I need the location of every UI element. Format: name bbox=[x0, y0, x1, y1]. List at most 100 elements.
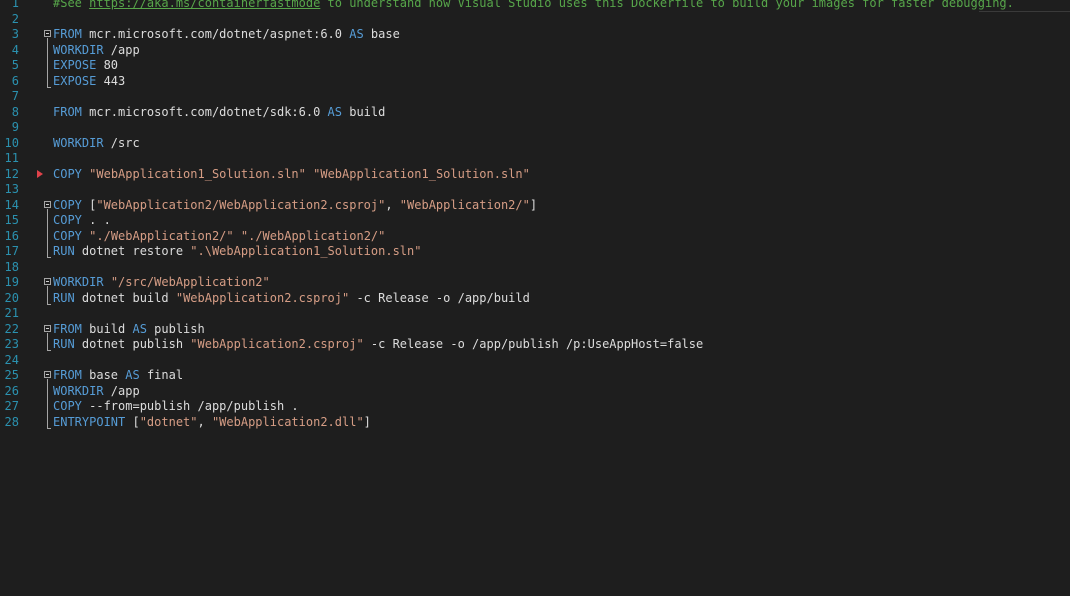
code-text: COPY "./WebApplication2/" "./WebApplicat… bbox=[53, 229, 385, 245]
code-line[interactable]: 10 WORKDIR /src bbox=[0, 136, 1070, 152]
code-token: mcr.microsoft.com/dotnet/sdk:6.0 bbox=[81, 104, 328, 119]
code-token: -c Release -o /app/build bbox=[349, 290, 530, 305]
code-token: /app bbox=[103, 383, 140, 398]
code-line[interactable]: 21 bbox=[0, 306, 1070, 322]
code-token: WORKDIR bbox=[53, 42, 104, 57]
line-number: 16 bbox=[4, 228, 19, 243]
code-token: dotnet publish bbox=[74, 337, 191, 351]
line-number: 7 bbox=[11, 89, 19, 103]
fold-guide-end bbox=[47, 350, 51, 351]
line-number: 4 bbox=[11, 42, 19, 57]
code-line[interactable]: 12 COPY "WebApplication1_Solution.sln" "W… bbox=[0, 167, 1070, 183]
code-token: WORKDIR bbox=[53, 135, 104, 150]
code-line[interactable]: 7 bbox=[0, 89, 1070, 105]
code-token: RUN bbox=[53, 290, 75, 305]
collapse-icon[interactable] bbox=[44, 324, 51, 332]
code-line[interactable]: 11 bbox=[0, 151, 1070, 167]
code-token: COPY bbox=[53, 213, 82, 227]
code-line[interactable]: 28 ENTRYPOINT ["dotnet", "WebApplication2… bbox=[0, 415, 1070, 431]
code-line[interactable]: 4 WORKDIR /app bbox=[0, 43, 1070, 59]
code-token: ] bbox=[363, 414, 371, 429]
line-number: 15 bbox=[4, 213, 19, 227]
code-editor[interactable]: 1 #See https://aka.ms/containerfastmode t… bbox=[0, 0, 1070, 596]
code-token: WORKDIR bbox=[53, 275, 104, 289]
code-token: AS bbox=[349, 27, 364, 41]
code-token: base bbox=[81, 368, 126, 382]
code-line[interactable]: 1 #See https://aka.ms/containerfastmode t… bbox=[0, 0, 1070, 12]
collapse-icon[interactable] bbox=[44, 371, 51, 378]
code-line[interactable]: 14 COPY ["WebApplication2/WebApplication2… bbox=[0, 198, 1070, 214]
code-token: 443 bbox=[96, 73, 126, 88]
code-line[interactable]: 5 EXPOSE 80 bbox=[0, 58, 1070, 74]
code-line[interactable]: 13 bbox=[0, 182, 1070, 198]
code-line[interactable]: 22 FROM build AS publish bbox=[0, 322, 1070, 338]
code-line[interactable]: 2 bbox=[0, 12, 1070, 28]
line-number: 20 bbox=[4, 290, 19, 305]
code-line[interactable]: 16 COPY "./WebApplication2/" "./WebApplic… bbox=[0, 229, 1070, 245]
code-token: COPY bbox=[53, 166, 82, 181]
code-token: --from=publish /app/publish . bbox=[81, 399, 299, 413]
code-token: final bbox=[139, 368, 184, 382]
line-number: 10 bbox=[4, 135, 19, 150]
code-token: build bbox=[81, 321, 133, 336]
code-token: , bbox=[197, 414, 212, 429]
code-token: [ bbox=[81, 197, 97, 212]
code-token: "WebApplication1_Solution.sln" bbox=[313, 166, 530, 181]
code-token: dotnet restore bbox=[74, 244, 191, 258]
code-token: publish bbox=[146, 321, 205, 336]
line-number: 18 bbox=[4, 259, 19, 274]
code-token: base bbox=[363, 27, 400, 41]
code-token: "/src/WebApplication2" bbox=[110, 275, 270, 289]
code-line[interactable]: 6 EXPOSE 443 bbox=[0, 74, 1070, 90]
code-line[interactable]: 3 FROM mcr.microsoft.com/dotnet/aspnet:6.… bbox=[0, 27, 1070, 43]
code-token: COPY bbox=[53, 399, 82, 413]
code-token: FROM bbox=[53, 368, 82, 382]
code-line[interactable]: 26 WORKDIR /app bbox=[0, 384, 1070, 400]
code-token: #See bbox=[53, 0, 90, 10]
breakpoint-arrow-icon[interactable] bbox=[37, 169, 43, 178]
code-token: ENTRYPOINT bbox=[53, 414, 126, 429]
code-line[interactable]: 18 bbox=[0, 260, 1070, 276]
code-token: "WebApplication2.csproj" bbox=[190, 337, 364, 351]
code-text: FROM mcr.microsoft.com/dotnet/aspnet:6.0… bbox=[53, 27, 400, 43]
code-token: FROM bbox=[53, 27, 82, 41]
code-line[interactable]: 24 bbox=[0, 353, 1070, 369]
collapse-icon[interactable] bbox=[44, 278, 51, 285]
line-number: 6 bbox=[11, 73, 19, 88]
code-token: ] bbox=[529, 197, 538, 212]
code-token: build bbox=[342, 104, 386, 119]
code-line[interactable]: 9 bbox=[0, 120, 1070, 136]
code-line[interactable]: 25 FROM base AS final bbox=[0, 368, 1070, 384]
line-number: 17 bbox=[4, 244, 19, 258]
code-line[interactable]: 27 COPY --from=publish /app/publish . bbox=[0, 399, 1070, 415]
code-line[interactable]: 20 RUN dotnet build "WebApplication2.cspr… bbox=[0, 291, 1070, 307]
code-token: AS bbox=[125, 368, 140, 382]
code-token: "WebApplication2/WebApplication2.csproj" bbox=[96, 197, 386, 212]
fold-guide-end bbox=[47, 86, 51, 88]
code-link[interactable]: https://aka.ms/containerfastmode bbox=[89, 0, 320, 10]
code-line[interactable]: 23 RUN dotnet publish "WebApplication2.cs… bbox=[0, 337, 1070, 353]
code-token: WORKDIR bbox=[53, 383, 104, 398]
code-text: #See https://aka.ms/containerfastmode to… bbox=[53, 0, 1014, 12]
code-line[interactable]: 15 COPY . . bbox=[0, 213, 1070, 229]
code-line[interactable]: 19 WORKDIR "/src/WebApplication2" bbox=[0, 275, 1070, 291]
code-line[interactable]: 17 RUN dotnet restore ".\WebApplication1_… bbox=[0, 244, 1070, 260]
code-token: to understand how Visual Studio uses thi… bbox=[320, 0, 1014, 10]
collapse-icon[interactable] bbox=[44, 30, 51, 37]
code-token: "WebApplication2.dll" bbox=[211, 414, 364, 429]
code-token: "dotnet" bbox=[139, 414, 198, 429]
collapse-icon[interactable] bbox=[44, 200, 51, 208]
code-token: FROM bbox=[53, 321, 82, 336]
code-token: EXPOSE bbox=[53, 58, 97, 72]
fold-guide-end bbox=[47, 303, 51, 305]
line-number: 2 bbox=[11, 11, 19, 26]
code-text: WORKDIR /src bbox=[53, 136, 140, 152]
code-text: FROM mcr.microsoft.com/dotnet/sdk:6.0 AS… bbox=[53, 105, 385, 121]
code-text: COPY --from=publish /app/publish . bbox=[53, 399, 299, 415]
code-text: WORKDIR /app bbox=[53, 43, 140, 59]
code-line[interactable]: 8 FROM mcr.microsoft.com/dotnet/sdk:6.0 A… bbox=[0, 105, 1070, 121]
code-text: WORKDIR "/src/WebApplication2" bbox=[53, 275, 270, 291]
code-token: mcr.microsoft.com/dotnet/aspnet:6.0 bbox=[81, 27, 350, 41]
line-number: 27 bbox=[4, 399, 19, 413]
code-token: AS bbox=[132, 321, 147, 336]
